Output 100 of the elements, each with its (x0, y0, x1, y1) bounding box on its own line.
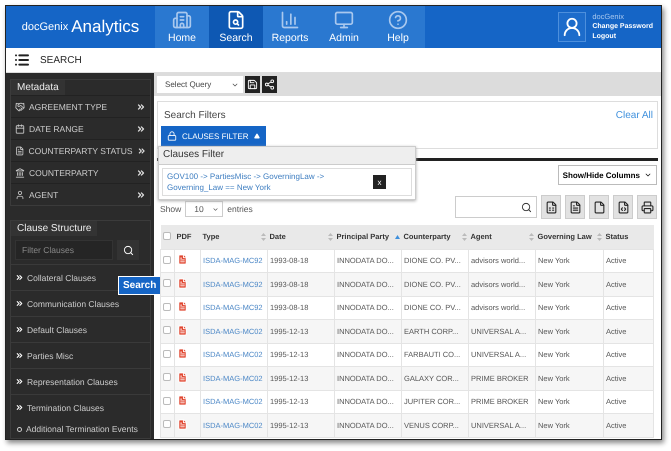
nav-tab[interactable]: Admin (317, 6, 371, 48)
search-button[interactable] (117, 240, 139, 260)
sidebar-item[interactable]: COUNTERPARTY (11, 161, 150, 183)
handshake-icon (15, 102, 25, 112)
select-placeholder: Select Query (165, 80, 212, 89)
print-button[interactable] (637, 195, 657, 219)
page-title: SEARCH (40, 54, 82, 66)
clauses-filter-button[interactable]: CLAUSES FILTER (161, 126, 266, 146)
filter-input[interactable]: Filter Clauses (15, 240, 113, 260)
chevrons-icon (136, 190, 146, 200)
sidebar-item[interactable]: AGREEMENT TYPE (11, 95, 150, 117)
pdf-icon[interactable] (177, 418, 188, 430)
file-icon (592, 200, 606, 214)
caret-icon (644, 171, 652, 179)
row-checkbox[interactable] (163, 373, 171, 382)
clause-label: Representation Clauses (27, 376, 118, 386)
clause-item[interactable]: Termination Clauses (11, 394, 150, 420)
entries-label: entries (227, 204, 253, 214)
brand-prefix: docGenix (22, 21, 68, 33)
section-title: Clause Structure (11, 221, 98, 236)
chevrons-icon (15, 377, 24, 386)
sidebar-item[interactable]: AGENT (11, 183, 150, 205)
row-checkbox[interactable] (163, 256, 171, 264)
page-size-value: 10 (194, 204, 204, 214)
document-button[interactable] (565, 195, 585, 219)
clause-label: Additional Termination Events (26, 424, 138, 434)
file-button[interactable] (589, 195, 609, 219)
pdf-icon[interactable] (177, 372, 188, 383)
search-tooltip[interactable]: Search (118, 276, 162, 295)
code-file-button[interactable] (613, 195, 633, 219)
document-search-icon (226, 10, 246, 30)
query-select[interactable]: Select Query (157, 76, 243, 93)
chart-icon (280, 10, 300, 30)
nav-tab[interactable]: Reports (263, 6, 317, 48)
document-icon (568, 200, 582, 214)
spreadsheet-button[interactable] (541, 195, 561, 219)
clause-subitem[interactable]: Additional Termination Events (11, 420, 150, 438)
chevrons-icon (15, 273, 24, 282)
print-icon (640, 200, 654, 214)
pdf-icon[interactable] (177, 395, 188, 406)
chevrons-icon (136, 102, 146, 112)
nav-tab[interactable]: Help (371, 6, 425, 48)
pdf-icon[interactable] (177, 254, 188, 266)
search-icon (521, 202, 532, 212)
pdf-icon[interactable] (177, 324, 188, 336)
chevrons-icon (136, 168, 146, 178)
nav-tab[interactable]: Search (209, 6, 263, 48)
row-checkbox[interactable] (163, 326, 171, 334)
clause-label: Termination Clauses (27, 402, 104, 412)
spreadsheet-icon (544, 200, 558, 214)
chevrons-icon (136, 146, 146, 156)
pdf-icon[interactable] (177, 348, 188, 360)
save-icon (247, 79, 258, 90)
pdf-icon[interactable] (177, 301, 188, 312)
monitor-icon (334, 10, 354, 30)
save-button[interactable] (245, 76, 260, 93)
sidebar-item[interactable]: COUNTERPARTY STATUS (11, 139, 150, 161)
row-checkbox[interactable] (163, 279, 171, 288)
sort-ascending-icon[interactable] (394, 234, 400, 239)
bullet-icon (17, 426, 22, 432)
clause-item[interactable]: Default Clauses (11, 316, 150, 342)
clause-label: Communication Clauses (27, 298, 120, 308)
menu-icon[interactable] (14, 52, 30, 68)
caret-icon (254, 133, 260, 139)
clause-label: Parties Misc (27, 350, 74, 360)
share-icon (264, 79, 275, 90)
search-icon (122, 244, 134, 256)
chevrons-icon (136, 124, 146, 134)
row-checkbox[interactable] (163, 350, 171, 358)
show-label: Show (160, 204, 182, 214)
clause-label: Default Clauses (27, 324, 88, 334)
filter-expression: GOV100 -> PartiesMisc -> GoverningLaw -> Governing_Law == New York (167, 171, 326, 193)
page-size-select[interactable]: 10 (185, 201, 224, 217)
pdf-icon[interactable] (177, 278, 188, 289)
clause-label: Collateral Clauses (27, 272, 96, 282)
caret-icon (212, 206, 220, 212)
document-icon (15, 146, 24, 156)
sidebar-item[interactable]: DATE RANGE (11, 117, 150, 139)
bank-icon (15, 168, 25, 178)
show-hide-columns-button[interactable]: Show/Hide Columns (558, 165, 657, 185)
chevrons-icon (15, 403, 24, 412)
chevrons-icon (15, 299, 24, 308)
panel-title: Search Filters (164, 110, 226, 120)
close-button[interactable]: x (373, 175, 386, 189)
clause-item[interactable]: Representation Clauses (11, 368, 150, 394)
help-icon (388, 10, 408, 30)
building-icon (172, 10, 192, 30)
person-icon (15, 190, 25, 200)
chevrons-icon (15, 351, 24, 360)
nav-tab[interactable]: Home (155, 6, 209, 48)
clause-item[interactable]: Parties Misc (11, 342, 150, 368)
table-search-field[interactable] (455, 196, 537, 218)
popup-title: Clauses Filter (159, 147, 415, 165)
row-checkbox[interactable] (163, 396, 171, 405)
row-checkbox[interactable] (163, 420, 171, 428)
row-checkbox[interactable] (163, 302, 171, 311)
section-title: Metadata (11, 80, 65, 95)
chevrons-icon (15, 325, 24, 334)
share-button[interactable] (262, 76, 277, 93)
select-all-checkbox[interactable] (162, 232, 170, 240)
